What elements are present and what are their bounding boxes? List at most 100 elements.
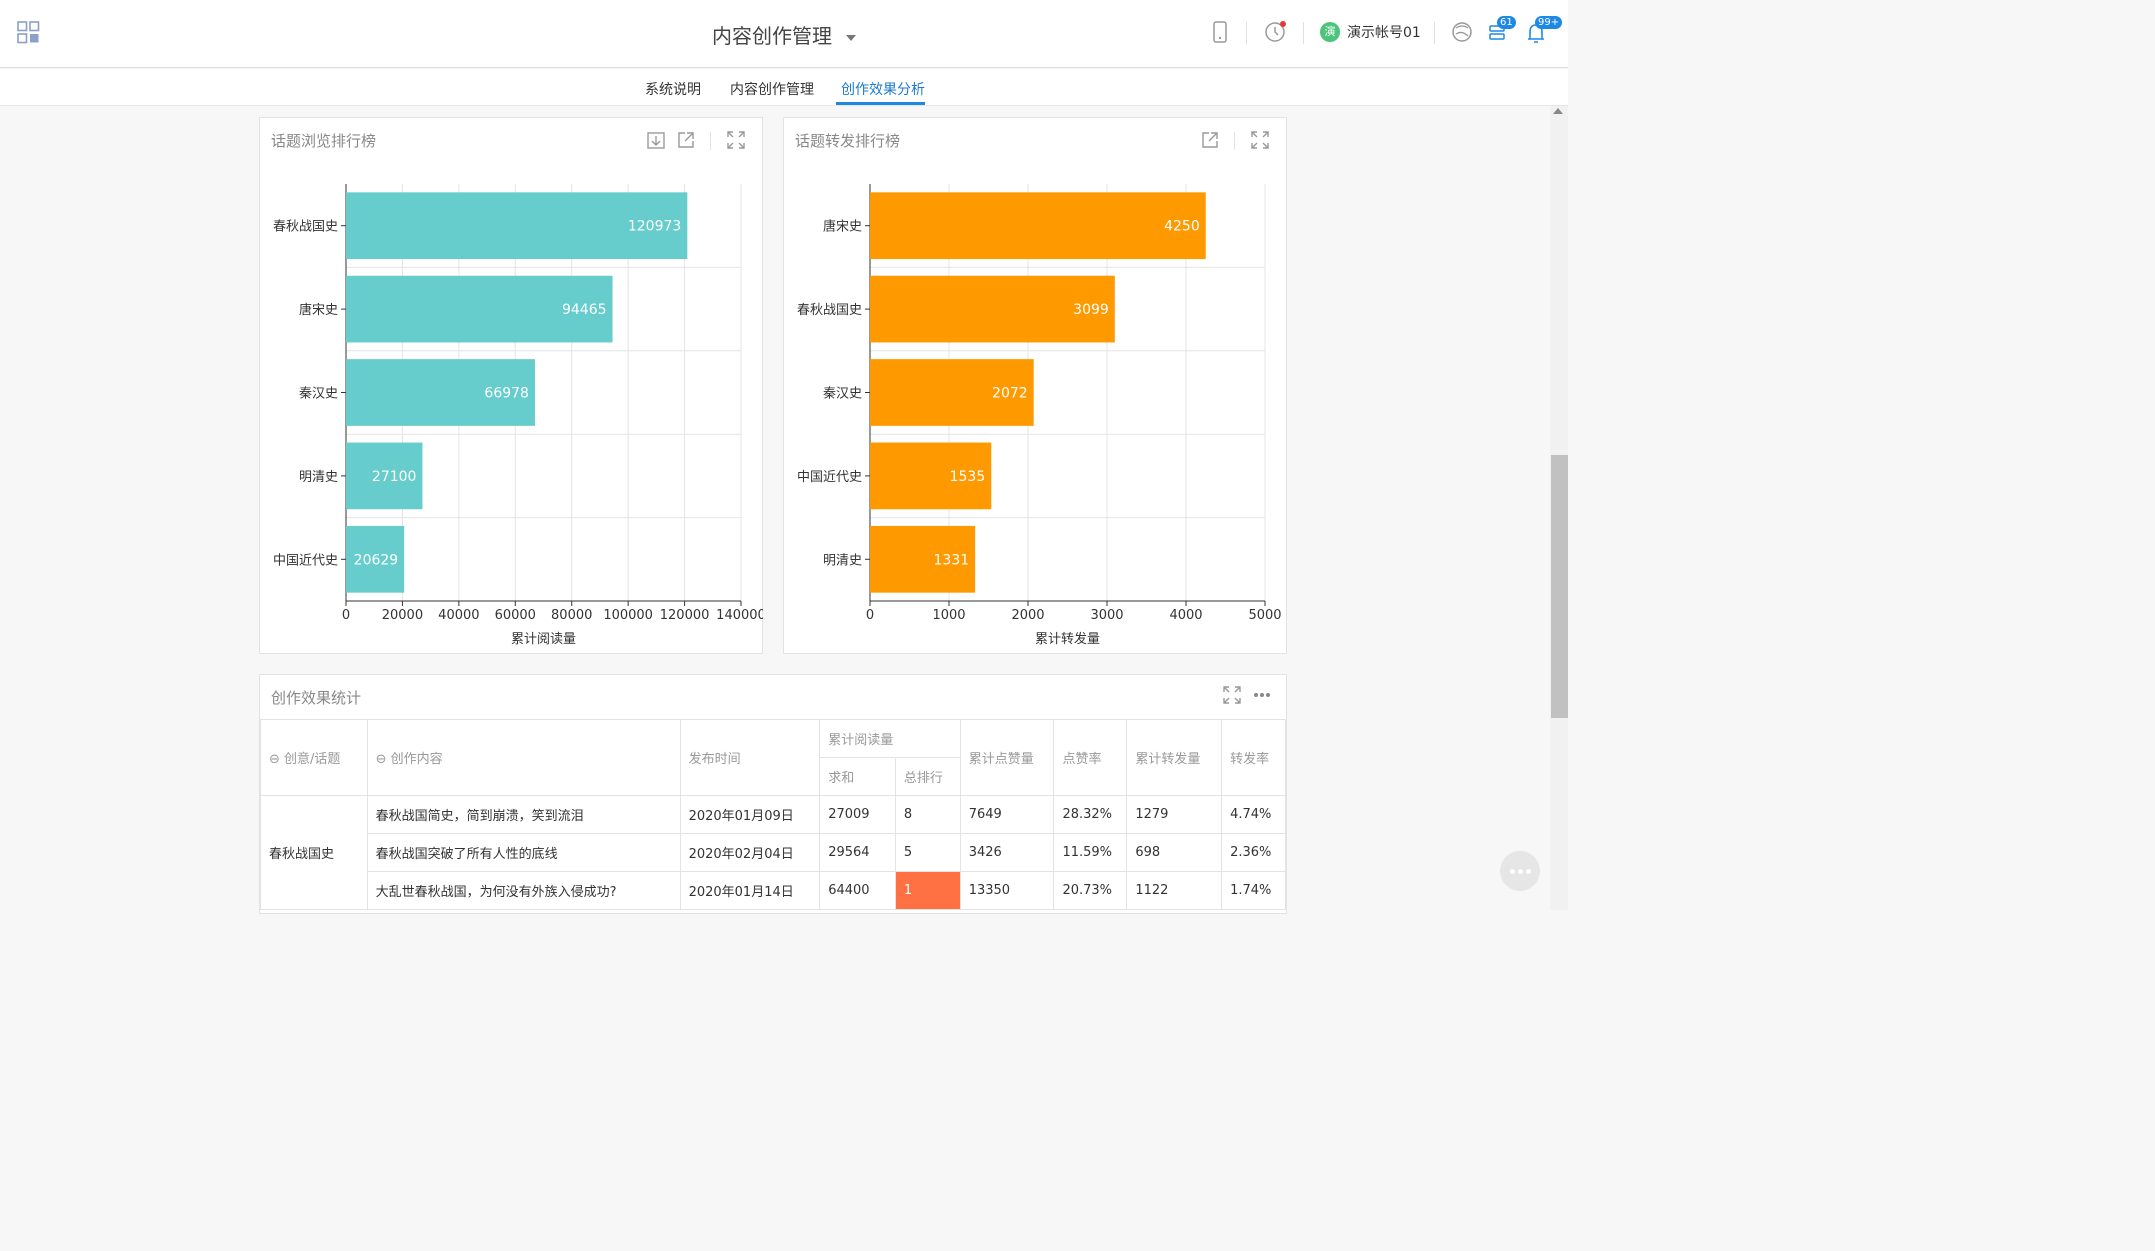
stats-panel: 创作效果统计 ⊖ 创意/话题 ⊖ 创作内容 发布时间 累计阅读量 累计点赞量 点…: [259, 674, 1287, 914]
x-tick-label: 100000: [603, 608, 653, 623]
divider: [1234, 132, 1235, 150]
divider: [710, 132, 711, 150]
cell-forwards: 698: [1126, 833, 1223, 872]
cell-content: 大乱世春秋战国，为何没有外族入侵成功?: [366, 871, 681, 910]
table-row: 大乱世春秋战国，为何没有外族入侵成功? 2020年01月14日 64400 1 …: [261, 871, 1286, 910]
topic-views-panel: 话题浏览排行榜 0 20000 40000 60000 80000 100000 12000…: [259, 117, 763, 654]
dot: [1526, 869, 1531, 874]
cell-content: 春秋战国突破了所有人性的底线: [366, 833, 681, 872]
cell-like-rate: 28.32%: [1053, 795, 1128, 834]
external-link-icon[interactable]: [1200, 130, 1220, 150]
scroll-up-arrow[interactable]: [1553, 108, 1563, 114]
y-tick-label: 唐宋史: [299, 302, 338, 318]
account-menu[interactable]: 演 演示帐号01: [1320, 22, 1421, 42]
fullscreen-icon[interactable]: [726, 130, 746, 150]
fullscreen-icon[interactable]: [1250, 130, 1270, 150]
bar-value-label: 2072: [992, 386, 1028, 402]
cell-date: 2020年02月04日: [679, 833, 821, 872]
y-tick-label: 春秋战国史: [273, 220, 338, 235]
cell-forwards: 1122: [1126, 871, 1223, 910]
col-reads-sum: 求和: [819, 757, 896, 796]
bar-value-label: 120973: [628, 219, 681, 235]
bar-value-label: 3099: [1073, 302, 1109, 318]
cell-sum: 29564: [819, 833, 896, 872]
panel-title: 话题转发排行榜: [795, 132, 901, 150]
chat-button[interactable]: [1500, 851, 1540, 891]
x-tick-label: 1000: [932, 608, 965, 623]
bar-value-label: 66978: [484, 386, 529, 402]
x-tick-label: 120000: [660, 608, 710, 623]
clock-icon[interactable]: [1263, 18, 1289, 48]
panel-title: 话题浏览排行榜: [271, 132, 377, 150]
cell-likes: 7649: [959, 795, 1055, 834]
tab-system-info[interactable]: 系统说明: [645, 79, 701, 99]
theme-icon[interactable]: [1450, 18, 1474, 48]
y-tick-label: 秦汉史: [299, 387, 338, 402]
dot: [1510, 869, 1515, 874]
cell-rank: 8: [894, 795, 961, 834]
x-tick-label: 40000: [438, 608, 479, 623]
cell-forwards: 1279: [1126, 795, 1223, 834]
x-tick-label: 0: [866, 608, 874, 623]
col-like-rate: 点赞率: [1053, 719, 1128, 796]
x-tick-label: 4000: [1169, 608, 1202, 623]
topic-forwards-panel: 话题转发排行榜 0 1000 2000 3000 4000 5000 唐宋史 4250 春秋战国…: [783, 117, 1287, 654]
cell-sum: 27009: [819, 795, 896, 834]
x-tick-label: 140000: [716, 608, 763, 623]
tab-content-management[interactable]: 内容创作管理: [730, 79, 814, 99]
task-badge: 61: [1497, 16, 1516, 29]
group-cell: 春秋战国史: [260, 795, 368, 910]
cell-rank: 5: [894, 833, 961, 872]
x-tick-label: 60000: [495, 608, 536, 623]
cell-forward-rate: 1.74%: [1221, 871, 1286, 910]
tab-effect-analysis[interactable]: 创作效果分析: [841, 79, 925, 99]
y-tick-label: 中国近代史: [273, 553, 338, 568]
y-tick-label: 春秋战国史: [797, 303, 862, 318]
bar-value-label: 27100: [372, 469, 417, 485]
x-tick-label: 20000: [382, 608, 423, 623]
x-axis-label: 累计转发量: [1035, 631, 1100, 647]
col-publish-date: 发布时间: [679, 719, 821, 796]
table-row: 春秋战国史 春秋战国简史，简到崩溃，笑到流泪 2020年01月09日 27009…: [260, 795, 1286, 910]
col-forward-rate: 转发率: [1221, 719, 1286, 796]
topic-forwards-bar-chart: 0 1000 2000 3000 4000 5000 唐宋史 4250 春秋战国史 3099 秦汉史…: [797, 184, 1282, 647]
x-tick-label: 3000: [1090, 608, 1123, 623]
col-content[interactable]: ⊖ 创作内容: [366, 719, 681, 796]
external-link-icon[interactable]: [676, 130, 696, 150]
cell-likes: 13350: [959, 871, 1055, 910]
x-tick-label: 5000: [1248, 608, 1281, 623]
col-topic[interactable]: ⊖ 创意/话题: [260, 719, 368, 796]
stats-table: ⊖ 创意/话题 ⊖ 创作内容 发布时间 累计阅读量 累计点赞量 点赞率 累计转发…: [260, 719, 1286, 910]
x-tick-label: 80000: [551, 608, 592, 623]
cell-date: 2020年01月09日: [679, 795, 821, 834]
table-row: 春秋战国突破了所有人性的底线 2020年02月04日 29564 5 3426 …: [261, 833, 1286, 872]
divider: [1246, 22, 1247, 44]
y-tick-label: 明清史: [299, 470, 338, 485]
col-reads: 累计阅读量: [819, 719, 961, 758]
topic-views-bar-chart: 0 20000 40000 60000 80000 100000 120000 140000 春…: [273, 184, 763, 647]
avatar: 演: [1320, 22, 1340, 42]
mobile-icon[interactable]: [1212, 18, 1228, 48]
bar-value-label: 1535: [950, 469, 986, 485]
cell-forward-rate: 4.74%: [1221, 795, 1286, 834]
panel-title: 创作效果统计: [271, 689, 362, 707]
bar: [870, 192, 1206, 260]
bar-value-label: 20629: [354, 552, 399, 568]
fullscreen-icon[interactable]: [1222, 685, 1242, 705]
more-icon[interactable]: [1252, 685, 1272, 705]
cell-forward-rate: 2.36%: [1221, 833, 1286, 872]
cell-date: 2020年01月14日: [679, 871, 821, 910]
cell-like-rate: 11.59%: [1053, 833, 1128, 872]
bar-value-label: 1331: [934, 552, 970, 568]
cell-sum: 64400: [819, 871, 896, 910]
y-tick-label: 秦汉史: [823, 387, 862, 402]
bar-value-label: 94465: [562, 302, 607, 318]
col-likes: 累计点赞量: [959, 719, 1055, 796]
cell-content: 春秋战国简史，简到崩溃，笑到流泪: [366, 795, 681, 834]
scrollbar-thumb[interactable]: [1551, 455, 1568, 718]
download-icon[interactable]: [646, 130, 666, 150]
top-bar: 内容创作管理 演 演示帐号01 61 99+: [0, 0, 1568, 68]
cell-likes: 3426: [959, 833, 1055, 872]
x-tick-label: 0: [342, 608, 350, 623]
x-axis-label: 累计阅读量: [511, 632, 576, 647]
